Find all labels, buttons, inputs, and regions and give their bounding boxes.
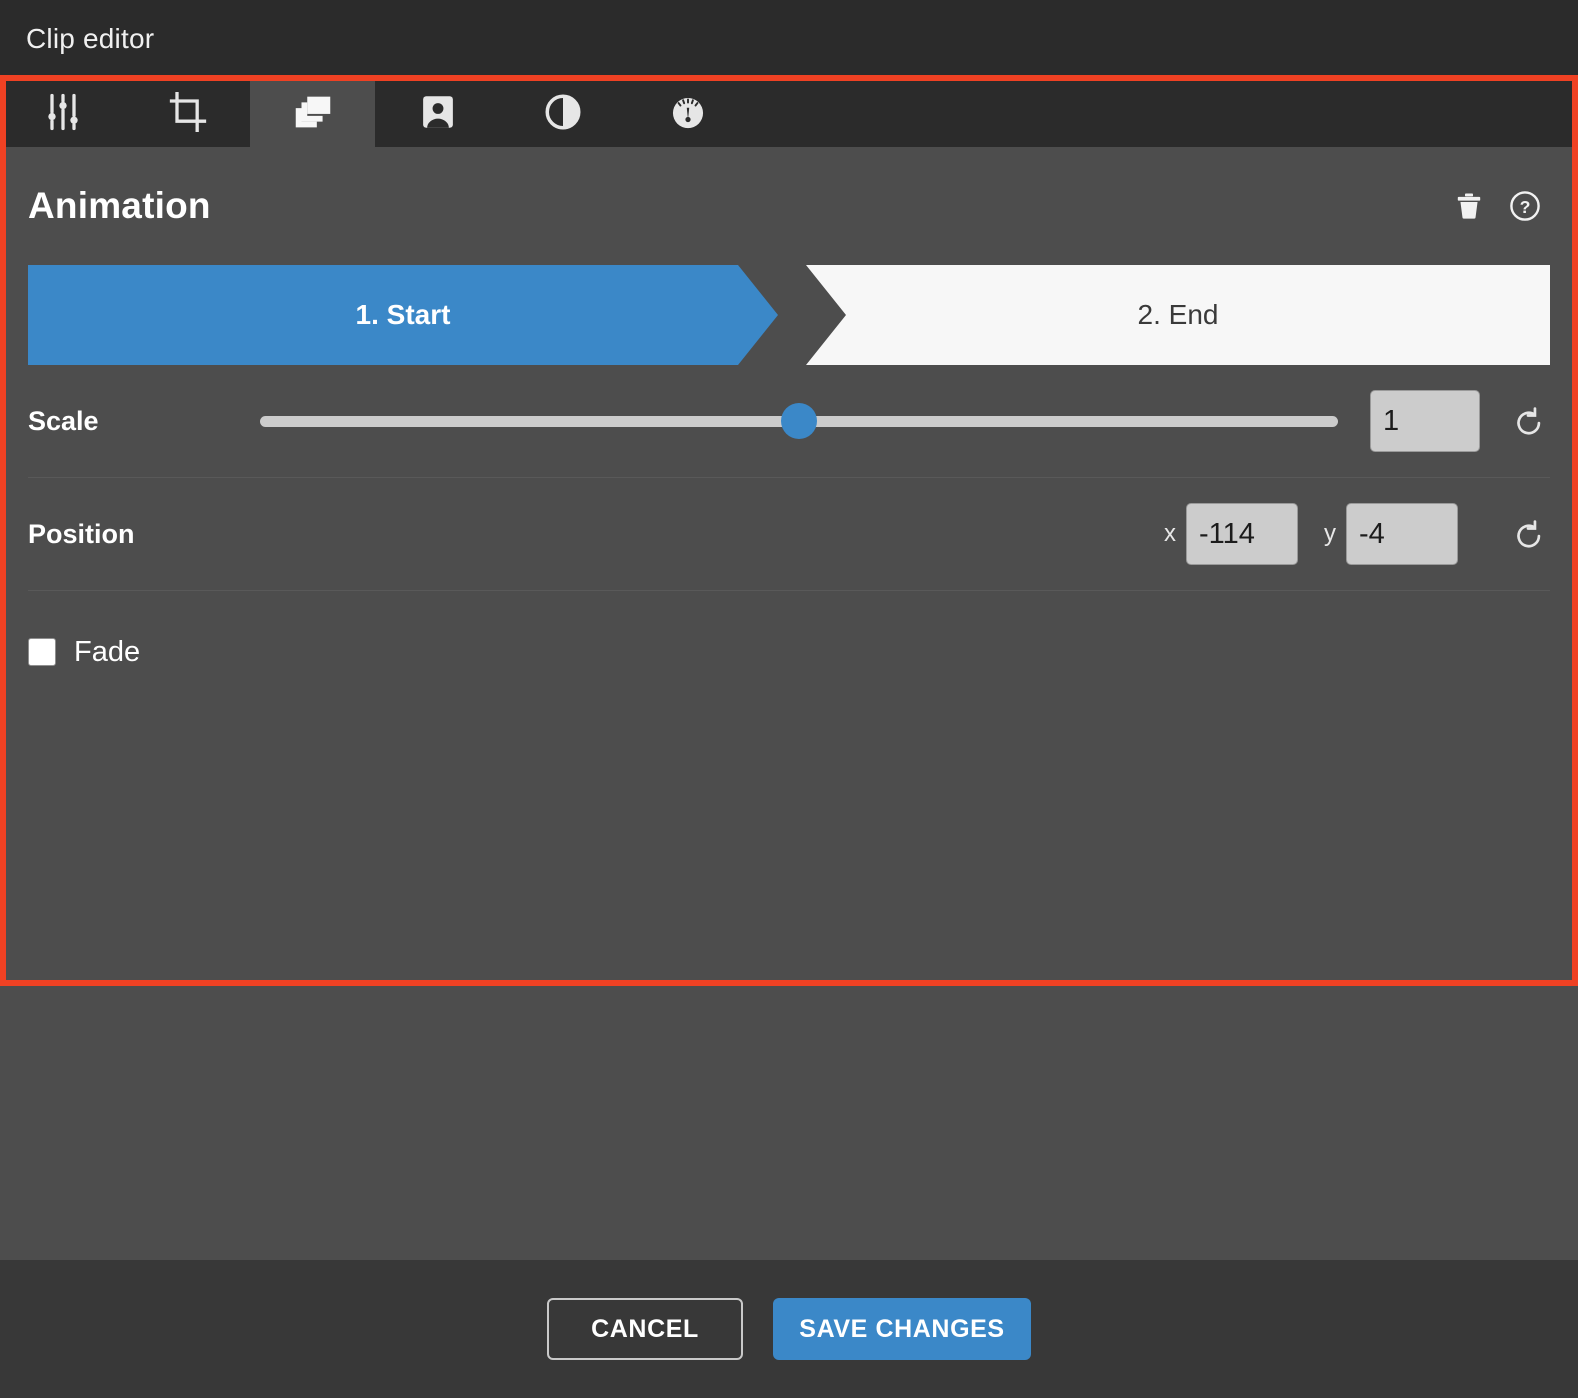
position-fields: x y	[260, 503, 1480, 565]
scale-value-input[interactable]	[1370, 390, 1480, 452]
crop-icon	[166, 90, 210, 134]
step-tab-end-label: 2. End	[1138, 299, 1219, 331]
position-label: Position	[28, 519, 260, 550]
help-circle-icon[interactable]: ?	[1508, 189, 1542, 223]
position-y-group: y	[1324, 503, 1458, 565]
person-icon	[417, 91, 459, 133]
position-y-axis-label: y	[1324, 520, 1336, 548]
property-rows: Scale Position	[28, 365, 1550, 591]
panel-header: Animation ?	[0, 147, 1578, 265]
trash-icon[interactable]	[1452, 189, 1486, 223]
sliders-icon	[41, 90, 85, 134]
fade-label: Fade	[74, 636, 140, 669]
panel-title: Animation	[28, 185, 1452, 227]
position-x-axis-label: x	[1164, 520, 1176, 548]
window-title: Clip editor	[26, 23, 154, 55]
position-x-group: x	[1164, 503, 1298, 565]
step-tab-end[interactable]: 2. End	[806, 265, 1550, 365]
scale-slider-thumb[interactable]	[781, 403, 817, 439]
panel-header-actions: ?	[1452, 189, 1542, 223]
dialog-footer: CANCEL SAVE CHANGES	[0, 1260, 1578, 1398]
tab-portrait[interactable]	[375, 77, 500, 147]
save-changes-button[interactable]: SAVE CHANGES	[773, 1298, 1031, 1360]
position-x-input[interactable]	[1186, 503, 1298, 565]
scale-slider[interactable]	[260, 365, 1370, 477]
fade-checkbox[interactable]	[28, 638, 56, 666]
tab-adjustments[interactable]	[0, 77, 125, 147]
panel-filler	[0, 677, 1578, 1260]
window-titlebar: Clip editor	[0, 0, 1578, 77]
scale-slider-track[interactable]	[260, 416, 1338, 427]
tab-crop[interactable]	[125, 77, 250, 147]
gauge-icon	[667, 91, 709, 133]
svg-text:?: ?	[1520, 197, 1531, 217]
property-row-scale: Scale	[28, 365, 1550, 478]
scale-label: Scale	[28, 406, 260, 437]
tab-animation[interactable]	[250, 77, 375, 147]
tab-contrast[interactable]	[500, 77, 625, 147]
property-row-position: Position x y	[28, 478, 1550, 591]
editor-tabbar	[0, 77, 1578, 147]
step-tab-start[interactable]: 1. Start	[28, 265, 778, 365]
tab-speed[interactable]	[625, 77, 750, 147]
layers-icon	[290, 89, 336, 135]
cancel-button[interactable]: CANCEL	[547, 1298, 743, 1360]
step-tab-start-label: 1. Start	[356, 299, 451, 331]
position-y-input[interactable]	[1346, 503, 1458, 565]
position-reset-button[interactable]	[1508, 513, 1550, 555]
contrast-icon	[542, 91, 584, 133]
animation-step-tabs: 1. Start 2. End	[28, 265, 1550, 365]
clip-editor-window: Clip editor	[0, 0, 1578, 1398]
fade-option-row: Fade	[28, 627, 1550, 677]
animation-panel: Animation ?	[0, 147, 1578, 1260]
scale-reset-button[interactable]	[1508, 400, 1550, 442]
